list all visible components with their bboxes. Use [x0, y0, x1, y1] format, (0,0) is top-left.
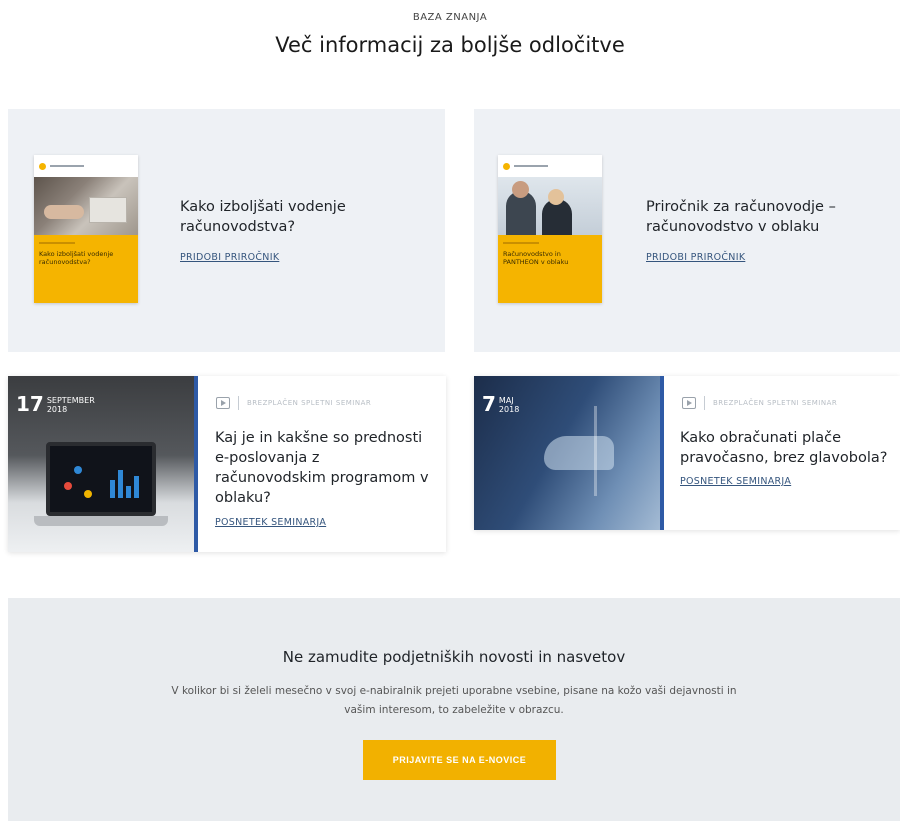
webinar-month: MAJ	[498, 396, 514, 405]
guide-title: Kako izboljšati vodenje računovodstva?	[180, 199, 346, 235]
guide-title: Priročnik za računovodje – računovodstvo…	[646, 199, 836, 235]
video-icon	[216, 397, 230, 409]
webinar-title: Kako obračunati plače pravočasno, brez g…	[680, 430, 888, 466]
guide-cover-image: Računovodstvo in PANTHEON v oblaku	[498, 155, 602, 303]
webinar-recording-link[interactable]: POSNETEK SEMINARJA	[680, 476, 791, 487]
webinar-card: 17 SEPTEMBER 2018 BREZPLAČEN SPLETNI SEMI…	[8, 376, 446, 552]
guide-card: Računovodstvo in PANTHEON v oblaku Priro…	[474, 109, 900, 352]
webinar-meta: BREZPLAČEN SPLETNI SEMINAR	[216, 396, 371, 410]
guide-cover-title: Računovodstvo in PANTHEON v oblaku	[503, 250, 569, 266]
webinar-title: Kaj je in kakšne so prednosti e-poslovan…	[215, 430, 429, 506]
section-title: Več informacij za boljše odločitve	[275, 33, 625, 57]
webinar-day: 7	[482, 392, 496, 416]
webinar-date: 17 SEPTEMBER 2018	[16, 394, 95, 414]
webinar-year: 2018	[46, 405, 68, 414]
webinar-type: BREZPLAČEN SPLETNI SEMINAR	[247, 399, 372, 407]
webinar-meta: BREZPLAČEN SPLETNI SEMINAR	[682, 396, 837, 410]
newsletter-signup-button[interactable]: PRIJAVITE SE NA E-NOVICE	[363, 740, 556, 780]
newsletter-text: V kolikor bi si želeli mesečno v svoj e-…	[171, 685, 737, 716]
newsletter-title: Ne zamudite podjetniških novosti in nasv…	[282, 648, 626, 666]
get-guide-link[interactable]: PRIDOBI PRIROČNIK	[646, 252, 745, 263]
video-icon	[682, 397, 696, 409]
webinar-date: 7 MAJ 2018	[482, 394, 519, 414]
webinar-day: 17	[16, 392, 44, 416]
webinar-recording-link[interactable]: POSNETEK SEMINARJA	[215, 517, 326, 528]
guide-card: Kako izboljšati vodenje računovodstva? K…	[8, 109, 445, 352]
webinar-card: 7 MAJ 2018 BREZPLAČEN SPLETNI SEMINAR Kak…	[474, 376, 900, 530]
guide-cover-image: Kako izboljšati vodenje računovodstva?	[34, 155, 138, 303]
webinar-year: 2018	[498, 405, 520, 414]
logo-icon	[503, 162, 510, 170]
webinar-image: 17 SEPTEMBER 2018	[8, 376, 198, 552]
webinar-month: SEPTEMBER	[46, 396, 95, 405]
newsletter-section: Ne zamudite podjetniških novosti in nasv…	[8, 598, 900, 821]
webinar-type: BREZPLAČEN SPLETNI SEMINAR	[713, 399, 838, 407]
section-eyebrow: BAZA ZNANJA	[412, 12, 488, 23]
guide-cover-title: Kako izboljšati vodenje računovodstva?	[39, 250, 114, 266]
hand-image	[544, 436, 614, 470]
laptop-image	[46, 442, 156, 516]
logo-icon	[39, 162, 46, 170]
get-guide-link[interactable]: PRIDOBI PRIROČNIK	[180, 252, 279, 263]
webinar-image: 7 MAJ 2018	[474, 376, 664, 530]
